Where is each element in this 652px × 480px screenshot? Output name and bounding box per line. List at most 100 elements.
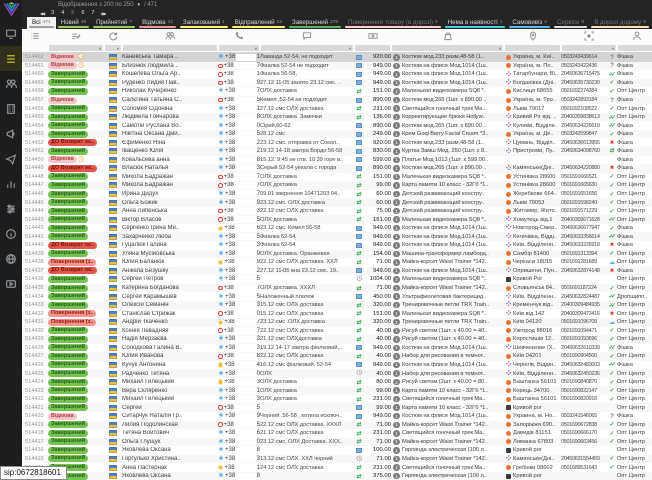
tracking-number[interactable]: 20450632450236 [561,371,607,377]
table-row[interactable]: 514462ВідмоваКаневська Тамара ..+381Лава… [22,53,652,62]
tab-Відмова[interactable]: Відмова42 [137,17,178,29]
phone-number[interactable]: +383 [218,344,260,352]
column-header-tracking[interactable] [561,28,617,46]
status-badge[interactable]: Завершений [48,208,104,215]
status-badge[interactable]: Завершений [48,276,104,283]
phone-number[interactable]: +383 [218,164,260,172]
table-row[interactable]: 514444ЗавершенийАнна Липенська+38322.12 … [22,207,652,216]
phone-number[interactable]: +383 [218,455,260,463]
status-badge[interactable]: Відмова [48,97,104,104]
phone-number[interactable]: +388 [218,113,260,121]
tab-Всі[interactable]: Всі471 [27,17,56,29]
status-badge[interactable]: ДО Возврат ок.. [48,165,104,172]
tracking-number[interactable]: 20450633356614 [561,234,607,240]
tab-Новий[interactable]: Новий48 [56,17,91,29]
table-row[interactable]: 514450ВідмоваКовальсева анна+38815.12. 9… [22,156,652,165]
status-badge[interactable]: Завершений [48,250,104,257]
tracking-number[interactable]: 0501690666170 [561,430,607,436]
tab-Самовивіз[interactable]: Самовивіз2 [507,17,552,29]
tracking-number[interactable]: 0501692108522 [561,106,607,112]
tracking-number[interactable]: 20450636715475 [561,71,607,77]
status-badge[interactable]: Завершений [48,114,104,121]
status-badge[interactable]: Завершений [48,191,104,198]
tracking-number[interactable]: 0503242599847 [561,131,607,137]
table-row[interactable]: 514449ДО Возврат ок..Власюк Наталья+383С… [22,164,652,173]
sidebar-item-info[interactable] [0,221,22,246]
phone-number[interactable]: +384 [218,361,260,368]
table-row[interactable]: 514414ЗавершенийАнна Пастернак+38124.12 … [22,463,652,472]
table-row[interactable]: 514456ЗавершенийСоломея Сідоніна+38127.1… [22,104,652,113]
phone-number[interactable]: +382 [218,147,260,155]
tab-Нема в наявності[interactable]: Нема в наявності1 [443,17,508,29]
table-row[interactable]: 514440ДО Возврат ок..Гуцалюк Галина+383Ф… [22,241,652,250]
filter-dropdown-icon[interactable]: ▼ [611,46,615,51]
tracking-number[interactable]: 0501690820918 [561,396,607,402]
filter-status[interactable]: ▼ [48,45,104,51]
phone-number[interactable]: +387 [218,173,260,180]
status-badge[interactable]: Завершений [48,105,104,112]
column-header-comment[interactable] [260,28,354,46]
tracking-number[interactable]: 20450632874148 [561,268,607,274]
status-badge[interactable]: Повернення (з.. [48,319,104,326]
status-badge[interactable]: ДО Возврат ок.. [48,242,104,249]
status-badge[interactable]: ДО Возврат ок.. [48,267,104,274]
phone-number[interactable]: +383 [218,395,260,403]
tracking-number[interactable]: 0503243422436 [561,63,607,69]
sidebar-item-globe[interactable] [0,246,22,271]
table-row[interactable]: 514459ЗавершенийРуденко Лидия Пав..+3892… [22,79,652,88]
page-number-6[interactable]: 6 [81,10,84,16]
phone-number[interactable]: +387 [218,190,260,198]
tracking-number[interactable]: 20400309473416 [561,311,607,317]
table-row[interactable]: 514424ЗавершенийМихаил Гилецький+383ОЛХ … [22,378,652,387]
table-row[interactable]: 514417ЗавершенийОльга Глущук+38023.12 см… [22,438,652,447]
page-number-7[interactable]: 7 [91,10,94,16]
tracking-number[interactable]: 20450635730230 [561,80,607,86]
phone-number[interactable]: +385 [218,293,260,301]
phone-number[interactable]: +381 [218,464,260,471]
table-row[interactable]: 514420ВідмоваСитарчук Наталія Гр..+389Чо… [22,412,652,421]
phone-number[interactable]: +380 [218,370,260,378]
phone-number[interactable]: +383 [218,301,260,309]
phone-number[interactable]: +383 [218,379,260,386]
sip-call-bar[interactable]: sip:0672818601 [0,466,67,480]
tracking-number[interactable]: 0501690840870 [561,379,607,385]
status-badge[interactable]: Завершений [48,455,104,462]
phone-number[interactable]: +386 [218,225,260,232]
phone-number[interactable]: +389 [218,79,260,86]
filter-region[interactable] [504,45,561,51]
table-row[interactable]: 514426ЗавершенийКучук Антонина+38416.12 … [22,361,652,370]
table-row[interactable]: 514432Повернення (з..Станіслав Стрижак+3… [22,309,652,318]
tracking-number[interactable]: 20450632824487 [561,294,607,300]
tracking-number[interactable]: 20450631554459 [561,456,607,462]
column-header-id[interactable] [22,28,48,46]
tracking-number[interactable]: 20450633226918 [561,242,607,248]
phone-number[interactable]: +382 [218,267,260,275]
tracking-number[interactable]: 0501690663456 [561,439,607,445]
phone-number[interactable]: +388 [218,353,260,360]
status-badge[interactable]: Завершений [48,353,104,360]
status-badge[interactable]: Завершений [48,148,104,155]
status-badge[interactable]: Завершений [48,387,104,394]
status-badge[interactable]: Завершений [48,438,104,445]
phone-number[interactable]: +383 [218,335,260,343]
phone-number[interactable]: +380 [218,122,260,130]
filter-flag[interactable]: ▼ [104,45,122,51]
phone-number[interactable]: +380 [218,438,260,446]
status-badge[interactable]: Відмова [48,413,104,420]
table-row[interactable]: 514452ДО Возврат ок..Єфименко Ніна+38223… [22,138,652,147]
phone-number[interactable]: +382 [218,139,260,147]
tracking-number[interactable]: 0501691666521 [561,174,607,180]
status-badge[interactable]: Завершений [48,293,104,300]
table-row[interactable]: 514453ЗавершенийНікітіна Оксана Дми..+38… [22,130,652,139]
tracking-number[interactable]: 20450634226619 [561,123,607,129]
tracking-number[interactable]: 0501691093696 [561,336,607,342]
table-row[interactable]: 514415ЗавершенийГоргулько Христина..+383… [22,455,652,464]
table-row[interactable]: 514436ЗавершенийСергей Петров+3851004.00… [22,275,652,284]
last-page-button[interactable]: ▶▶ [101,11,105,16]
table-row[interactable]: 514425ЗавершенийРадченко Тетяна+380ОЛХ40… [22,369,652,378]
sidebar-item-users[interactable] [0,71,22,96]
tracking-number[interactable]: 0503242893184 [561,97,607,103]
tracking-number[interactable]: 20450632483003 [561,362,607,368]
tracking-number[interactable]: 0501690822147 [561,388,607,394]
sidebar-item-sliders[interactable] [0,196,22,221]
